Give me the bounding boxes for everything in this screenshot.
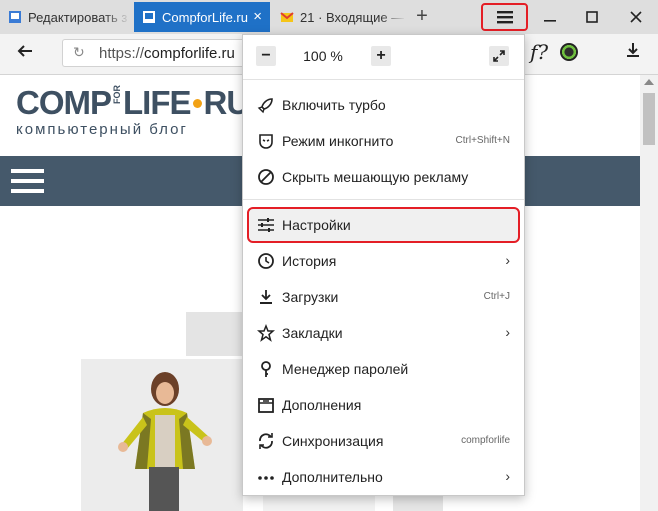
page-scrollbar[interactable] xyxy=(640,75,658,511)
logo-wordmark: COMPFORLIFE RU xyxy=(16,84,250,121)
site-menu-icon[interactable] xyxy=(11,169,44,199)
zoom-out-button[interactable]: − xyxy=(256,46,276,66)
maximize-button[interactable] xyxy=(570,2,614,32)
site-logo[interactable]: COMPFORLIFE RU компьютерный блог xyxy=(16,84,250,139)
back-button[interactable] xyxy=(17,42,33,65)
downloads-button[interactable] xyxy=(626,42,640,63)
divider xyxy=(243,199,524,200)
fullscreen-icon xyxy=(493,50,505,62)
zoom-in-button[interactable]: + xyxy=(371,46,391,66)
settings-sliders-icon xyxy=(258,218,274,232)
extension-camera-icon[interactable] xyxy=(560,43,578,61)
menu-item-label: Загрузки xyxy=(282,289,339,305)
url-field[interactable]: ↻ https://compforlife.ru xyxy=(62,39,248,67)
tab-compforlife[interactable]: CompforLife.ru × xyxy=(134,2,270,32)
minimize-icon xyxy=(544,20,556,22)
addons-icon xyxy=(258,398,274,413)
menu-item-turbo[interactable]: Включить турбо xyxy=(247,87,520,123)
reload-icon[interactable]: ↻ xyxy=(73,44,85,61)
zoom-level: 100 % xyxy=(303,48,343,64)
menu-item-label: Настройки xyxy=(282,217,351,233)
menu-item-label: Дополнительно xyxy=(282,469,383,485)
logo-part1: COMP xyxy=(16,84,112,121)
key-icon xyxy=(261,361,271,377)
tab-title: CompforLife.ru xyxy=(162,9,248,25)
scroll-thumb[interactable] xyxy=(643,93,655,145)
menu-item-label: Включить турбо xyxy=(282,97,386,113)
minimize-button[interactable] xyxy=(528,2,572,32)
sync-account: compforlife xyxy=(461,435,510,446)
menu-item-addons[interactable]: Дополнения xyxy=(247,387,520,423)
rocket-icon xyxy=(257,98,273,114)
menu-item-label: Скрыть мешающую рекламу xyxy=(282,169,469,185)
logo-part2: LIFE xyxy=(123,84,191,121)
menu-item-downloads[interactable]: Загрузки Ctrl+J xyxy=(247,279,520,315)
sync-icon xyxy=(259,433,273,449)
extension-f-icon[interactable]: f? xyxy=(530,40,548,64)
url-text: https://compforlife.ru xyxy=(99,45,235,62)
blue-page-icon xyxy=(143,11,155,23)
fullscreen-button[interactable] xyxy=(489,46,509,66)
chevron-right-icon: › xyxy=(505,252,510,268)
blue-page-icon xyxy=(9,11,21,23)
menu-item-password-manager[interactable]: Менеджер паролей xyxy=(247,351,520,387)
menu-item-history[interactable]: История › xyxy=(247,243,520,279)
logo-dot xyxy=(192,98,202,108)
new-tab-button[interactable]: + xyxy=(410,6,434,28)
menu-item-settings[interactable]: Настройки xyxy=(247,207,520,243)
divider xyxy=(243,79,524,80)
hamburger-icon xyxy=(496,10,513,23)
block-ads-icon xyxy=(258,169,274,185)
shortcut-hint: Ctrl+J xyxy=(483,291,510,302)
menu-item-bookmarks[interactable]: Закладки › xyxy=(247,315,520,351)
tab-fade xyxy=(380,2,406,32)
browser-menu-button[interactable] xyxy=(481,3,528,31)
menu-item-label: Закладки xyxy=(282,325,343,341)
scroll-up-icon[interactable] xyxy=(644,79,654,85)
close-tab-icon[interactable]: × xyxy=(253,9,262,24)
mail-envelope-icon xyxy=(280,12,294,22)
tab-bar: Редактировать з CompforLife.ru × 21 · Вх… xyxy=(0,0,658,34)
article-photo[interactable] xyxy=(81,359,243,511)
menu-item-more[interactable]: Дополнительно › xyxy=(247,459,520,495)
star-icon xyxy=(257,324,275,342)
menu-item-hide-ads[interactable]: Скрыть мешающую рекламу xyxy=(247,159,520,195)
menu-item-label: История xyxy=(282,253,337,269)
logo-tagline: компьютерный блог xyxy=(16,121,188,138)
browser-main-menu: − 100 % + Включить турбо Режим инкогнито… xyxy=(242,34,525,496)
close-window-button[interactable] xyxy=(614,2,658,32)
logo-for: FOR xyxy=(112,85,122,104)
history-clock-icon xyxy=(258,253,274,269)
incognito-mask-icon xyxy=(259,134,273,149)
menu-item-incognito[interactable]: Режим инкогнито Ctrl+Shift+N xyxy=(247,123,520,159)
back-arrow-icon xyxy=(17,45,32,57)
url-host: compforlife.ru xyxy=(144,45,235,62)
maximize-icon xyxy=(586,11,598,23)
article-card[interactable] xyxy=(263,495,375,511)
person-photo-illustration xyxy=(81,359,243,511)
menu-item-label: Режим инкогнито xyxy=(282,133,394,149)
url-scheme: https:// xyxy=(99,45,145,62)
menu-item-label: Менеджер паролей xyxy=(282,361,409,377)
menu-item-sync[interactable]: Синхронизация compforlife xyxy=(247,423,520,459)
article-card[interactable] xyxy=(393,495,443,511)
menu-item-label: Синхронизация xyxy=(282,433,384,449)
menu-item-label: Дополнения xyxy=(282,397,362,413)
more-dots-icon xyxy=(258,476,274,480)
tab-fade xyxy=(104,2,130,32)
chevron-right-icon: › xyxy=(505,468,510,484)
image-placeholder xyxy=(186,312,244,356)
download-icon xyxy=(627,43,639,57)
zoom-controls: − 100 % + xyxy=(243,35,524,79)
tab-edit[interactable]: Редактировать з xyxy=(0,2,130,32)
close-icon xyxy=(630,11,642,23)
tab-inbox[interactable]: 21 · Входящие — xyxy=(272,2,406,32)
chevron-right-icon: › xyxy=(505,324,510,340)
download-icon xyxy=(260,290,272,304)
shortcut-hint: Ctrl+Shift+N xyxy=(455,135,510,146)
